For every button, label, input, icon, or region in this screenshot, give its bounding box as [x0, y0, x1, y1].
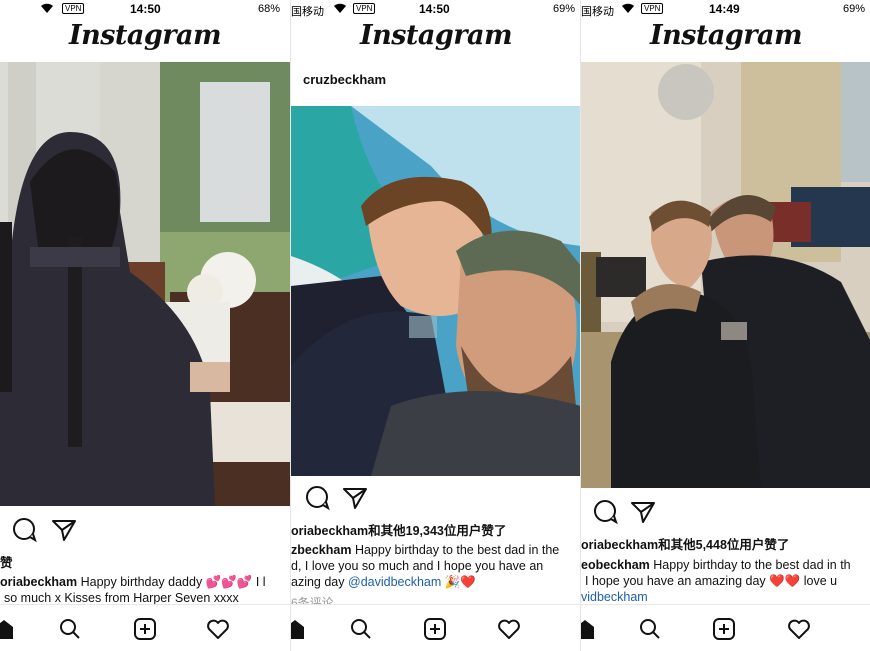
caption-text: Happy birthday to the best dad in the	[354, 543, 560, 557]
post-actions	[0, 516, 290, 544]
post-actions	[291, 484, 581, 512]
likes-count[interactable]: oriabeckham和其他5,448位用户赞了	[581, 534, 789, 553]
battery-level: 69%	[843, 3, 866, 15]
search-icon[interactable]	[58, 617, 82, 641]
caption-username[interactable]: eobeckham	[581, 558, 650, 572]
instagram-logo: Instagram	[649, 20, 803, 51]
post-photo[interactable]	[0, 62, 290, 506]
post-caption: oriabeckham Happy birthday daddy 💕💕💕 I l…	[0, 574, 290, 606]
share-icon[interactable]	[50, 516, 78, 544]
caption-text-line2: d, I love you so much and I hope you hav…	[291, 559, 544, 573]
wifi-icon	[40, 2, 54, 14]
post-panel-cruz: 国移动 VPN 14:50 69% Instagram cruzbeckham	[290, 0, 581, 651]
battery-level: 69%	[553, 3, 576, 15]
status-time: 14:50	[419, 2, 450, 16]
bottom-tab-bar	[0, 604, 290, 651]
carrier-name: 国移动	[291, 6, 324, 18]
post-panel-harper: VPN 14:50 68% Instagram 赞 oriabeckham Ha…	[0, 0, 290, 651]
bottom-tab-bar	[581, 604, 870, 651]
status-bar: 国移动 VPN 14:49 69%	[581, 0, 870, 18]
add-post-icon[interactable]	[423, 617, 447, 641]
instagram-logo: Instagram	[68, 20, 222, 51]
share-icon[interactable]	[341, 484, 369, 512]
battery-level: 68%	[258, 3, 281, 15]
status-bar: 国移动 VPN 14:50 69%	[291, 0, 581, 18]
post-panel-romeo: 国移动 VPN 14:49 69% Instagram oriabeckham和…	[580, 0, 870, 651]
caption-username[interactable]: oriabeckham	[0, 575, 77, 589]
comment-icon[interactable]	[591, 498, 619, 526]
post-photo[interactable]	[581, 62, 870, 488]
post-caption: zbeckham Happy birthday to the best dad …	[291, 542, 581, 590]
caption-username[interactable]: zbeckham	[291, 543, 351, 557]
status-time: 14:50	[130, 2, 161, 16]
caption-mention[interactable]: @davidbeckham	[348, 575, 441, 589]
search-icon[interactable]	[349, 617, 373, 641]
comment-icon[interactable]	[303, 484, 331, 512]
caption-mention[interactable]: vidbeckham	[581, 589, 870, 605]
caption-text-line2: I hope you have an amazing day ❤️❤️ love…	[585, 574, 838, 588]
heart-icon[interactable]	[787, 617, 811, 641]
likes-count[interactable]: 赞	[0, 552, 13, 571]
comment-icon[interactable]	[10, 516, 38, 544]
heart-icon[interactable]	[206, 617, 230, 641]
caption-text: Happy birthday daddy 💕💕💕 I l	[80, 575, 266, 589]
home-icon[interactable]	[581, 617, 597, 641]
caption-emoji: 🎉❤️	[444, 575, 476, 589]
search-icon[interactable]	[638, 617, 662, 641]
vpn-badge: VPN	[62, 3, 85, 14]
carrier-name: 国移动	[581, 6, 614, 18]
bottom-tab-bar	[291, 604, 581, 651]
status-time: 14:49	[709, 2, 740, 16]
post-caption: eobeckham Happy birthday to the best dad…	[581, 557, 870, 605]
add-post-icon[interactable]	[712, 617, 736, 641]
share-icon[interactable]	[629, 498, 657, 526]
vpn-badge: VPN	[641, 3, 664, 14]
post-actions	[581, 498, 870, 526]
status-bar: VPN 14:50 68%	[0, 0, 290, 18]
caption-text: Happy birthday to the best dad in th	[653, 558, 851, 572]
likes-count[interactable]: oriabeckham和其他19,343位用户赞了	[291, 520, 506, 539]
wifi-icon	[333, 2, 347, 14]
home-icon[interactable]	[291, 617, 307, 641]
post-username[interactable]: cruzbeckham	[303, 72, 386, 87]
wifi-icon	[621, 2, 635, 14]
caption-text-line3: azing day	[291, 575, 345, 589]
add-post-icon[interactable]	[133, 617, 157, 641]
instagram-logo: Instagram	[359, 20, 513, 51]
home-icon[interactable]	[0, 617, 16, 641]
heart-icon[interactable]	[497, 617, 521, 641]
vpn-badge: VPN	[353, 3, 376, 14]
post-photo[interactable]	[291, 106, 581, 476]
